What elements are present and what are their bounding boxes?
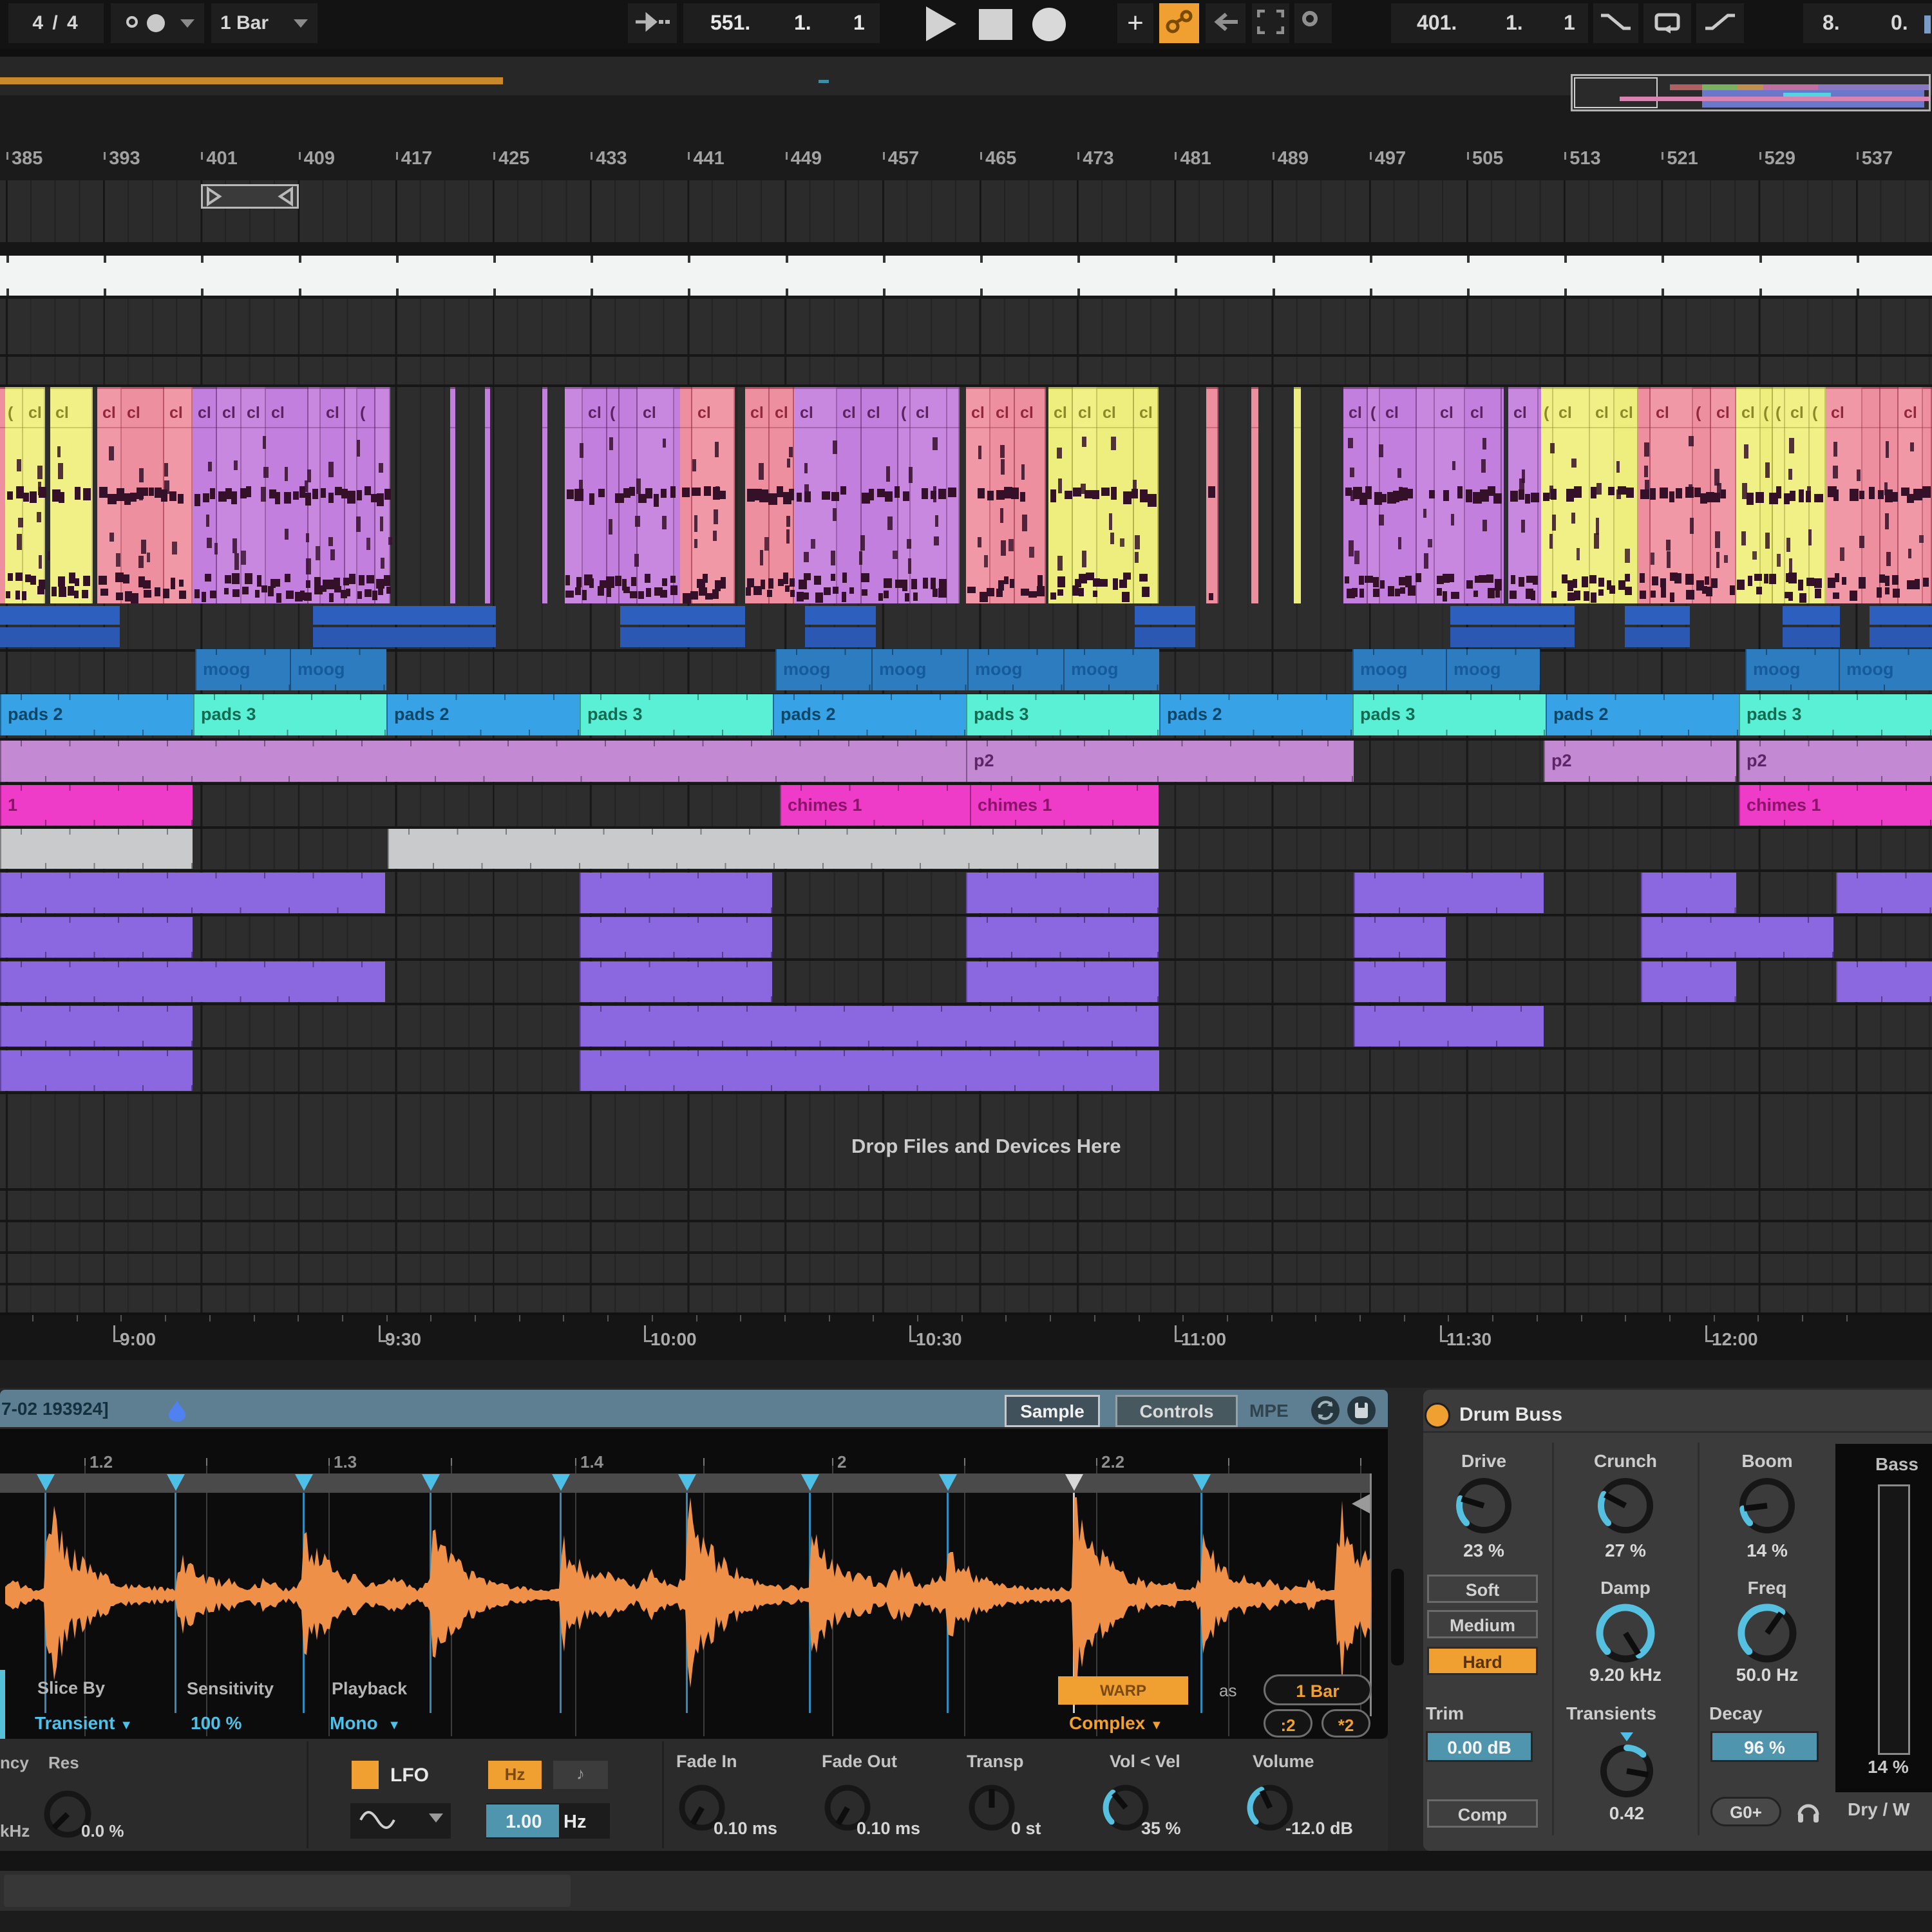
svg-text:(: (: [1370, 404, 1376, 422]
svg-text:cl: cl: [842, 404, 856, 422]
svg-text:(: (: [1776, 404, 1781, 422]
svg-text:cl: cl: [1470, 404, 1484, 422]
svg-text:(: (: [1544, 404, 1549, 422]
svg-text:(: (: [1696, 404, 1701, 422]
svg-text:cl: cl: [326, 404, 339, 422]
svg-text:cl: cl: [55, 404, 69, 422]
svg-text:cl: cl: [1790, 404, 1804, 422]
svg-text:cl: cl: [697, 404, 711, 422]
svg-text:cl: cl: [1656, 404, 1669, 422]
svg-text:cl: cl: [800, 404, 813, 422]
svg-text:cl: cl: [1741, 404, 1755, 422]
svg-text:cl: cl: [971, 404, 985, 422]
svg-text:cl: cl: [1904, 404, 1917, 422]
svg-text:cl: cl: [28, 404, 42, 422]
svg-text:cl: cl: [1103, 404, 1116, 422]
svg-text:cl: cl: [1020, 404, 1034, 422]
svg-text:cl: cl: [1595, 404, 1609, 422]
svg-text:cl: cl: [102, 404, 116, 422]
svg-text:(: (: [360, 404, 366, 422]
svg-text:cl: cl: [775, 404, 788, 422]
svg-text:(: (: [1763, 404, 1769, 422]
svg-text:cl: cl: [916, 404, 929, 422]
svg-text:cl: cl: [1385, 404, 1399, 422]
svg-text:cl: cl: [1078, 404, 1092, 422]
svg-text:cl: cl: [127, 404, 140, 422]
svg-text:cl: cl: [1831, 404, 1844, 422]
svg-text:(: (: [901, 404, 907, 422]
svg-text:cl: cl: [1139, 404, 1153, 422]
svg-text:cl: cl: [1054, 404, 1067, 422]
svg-text:cl: cl: [1558, 404, 1572, 422]
svg-text:cl: cl: [867, 404, 880, 422]
svg-text:cl: cl: [271, 404, 285, 422]
svg-text:cl: cl: [588, 404, 601, 422]
svg-text:cl: cl: [643, 404, 656, 422]
svg-text:(: (: [610, 404, 616, 422]
svg-text:cl: cl: [1716, 404, 1730, 422]
svg-text:cl: cl: [1349, 404, 1362, 422]
svg-text:cl: cl: [1620, 404, 1633, 422]
svg-text:(: (: [8, 404, 14, 422]
svg-text:cl: cl: [1513, 404, 1527, 422]
svg-text:cl: cl: [222, 404, 236, 422]
svg-text:cl: cl: [1440, 404, 1454, 422]
svg-text:cl: cl: [996, 404, 1009, 422]
svg-text:cl: cl: [750, 404, 764, 422]
svg-text:cl: cl: [247, 404, 260, 422]
svg-text:(: (: [1812, 404, 1818, 422]
svg-text:cl: cl: [198, 404, 211, 422]
svg-text:cl: cl: [169, 404, 183, 422]
